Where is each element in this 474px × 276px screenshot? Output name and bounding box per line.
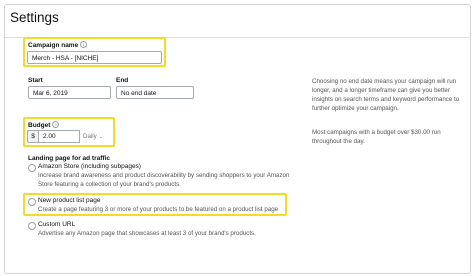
radio-custom-url[interactable] xyxy=(28,222,36,230)
budget-label: Budget i xyxy=(28,121,60,129)
end-date-label: End xyxy=(116,77,129,84)
option-custom-url-desc: Advertise any Amazon page that showcases… xyxy=(38,230,256,237)
option-amazon-store-label: Amazon Store (including subpages) xyxy=(38,163,141,170)
option-amazon-store-desc: Increase brand awareness and product dis… xyxy=(38,172,290,188)
currency-symbol: $ xyxy=(27,130,38,143)
chevron-down-icon: ⌄ xyxy=(98,134,103,140)
budget-help-text: Most campaigns with a budget over $30.00… xyxy=(312,129,441,145)
campaign-name-input[interactable]: Merch - HSA - [NICHE] xyxy=(27,51,162,64)
radio-new-product-list[interactable] xyxy=(28,198,36,206)
start-date-input[interactable]: Mar 6, 2019 xyxy=(28,86,111,99)
landing-page-label: Landing page for ad traffic xyxy=(28,155,110,162)
page-title: Settings xyxy=(10,10,59,25)
option-new-product-list-label: New product list page xyxy=(38,197,101,204)
campaign-name-label: Campaign name i xyxy=(28,41,88,49)
info-icon: i xyxy=(80,41,88,48)
dates-help-text: Choosing no end date means your campaign… xyxy=(312,78,460,112)
end-date-input[interactable]: No end date xyxy=(116,86,194,99)
budget-frequency-select[interactable]: Daily ⌄ xyxy=(83,130,113,143)
start-date-label: Start xyxy=(28,77,43,84)
budget-input[interactable]: 2.00 xyxy=(38,130,80,143)
info-icon: i xyxy=(52,121,60,128)
radio-amazon-store[interactable] xyxy=(28,164,36,172)
option-custom-url-label: Custom URL xyxy=(38,221,76,228)
option-new-product-list-desc: Create a page featuring 3 or more of you… xyxy=(38,206,279,213)
